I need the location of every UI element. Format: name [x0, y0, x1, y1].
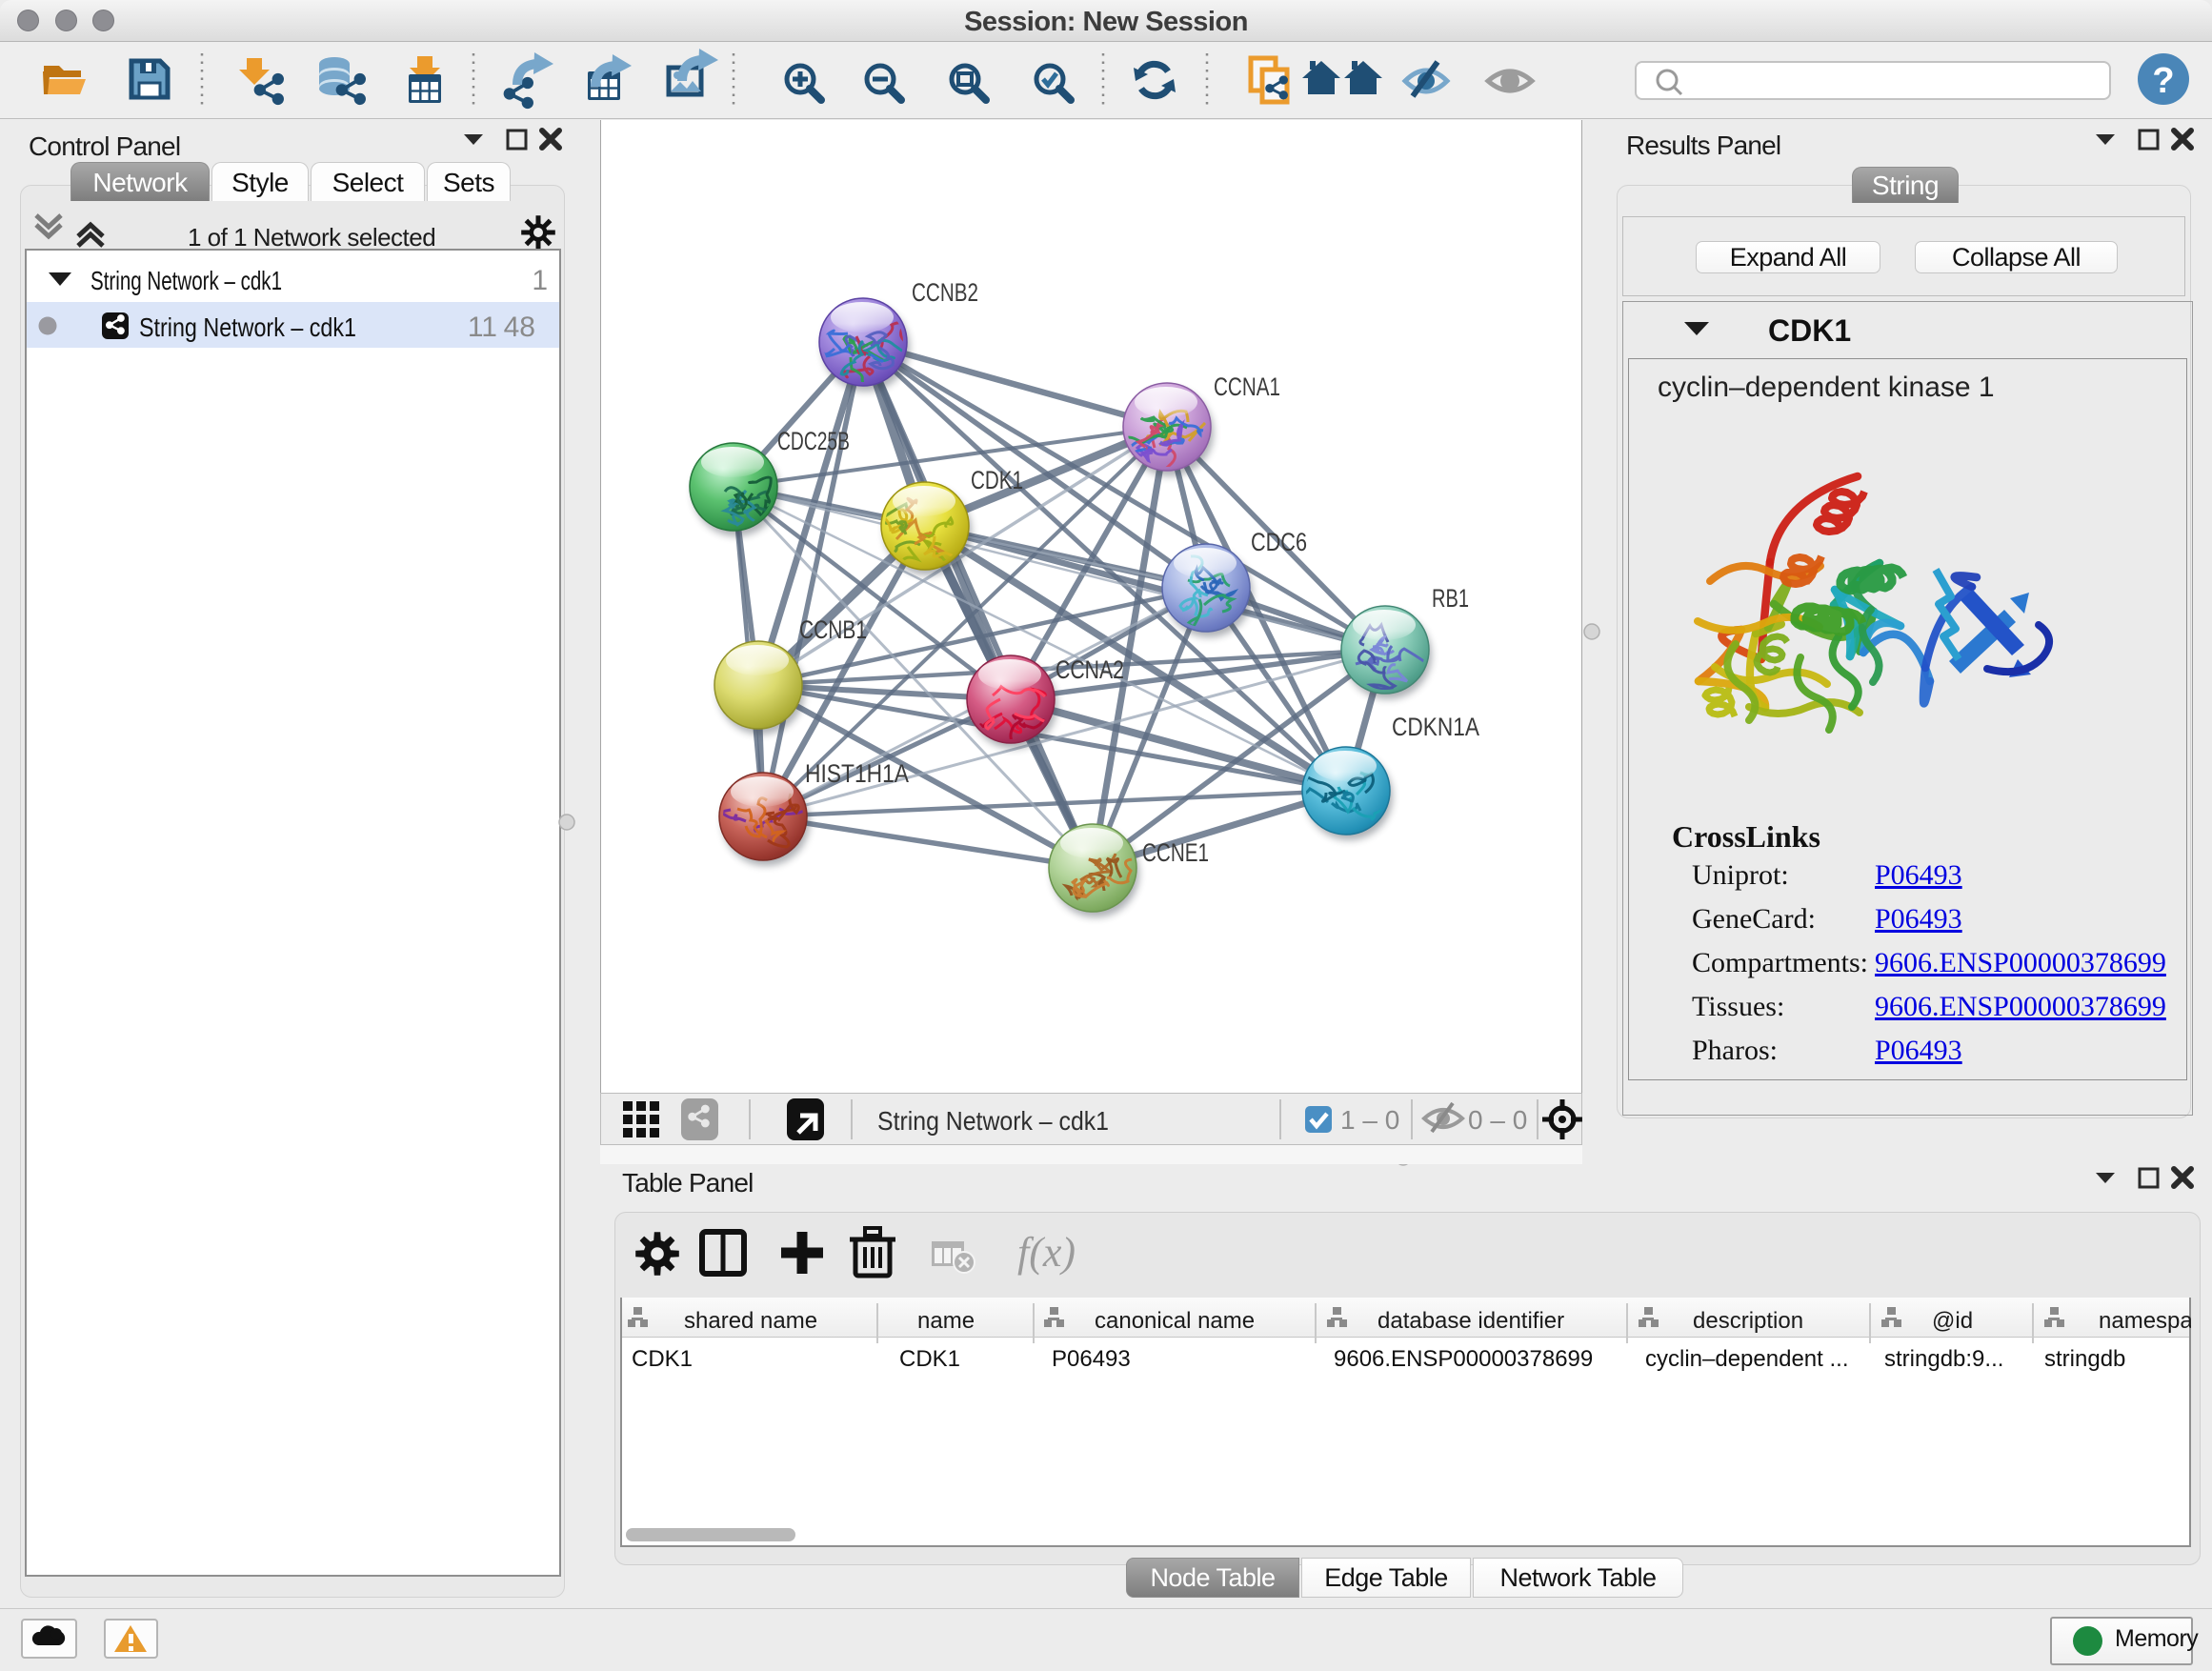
- svg-text:CCNA2: CCNA2: [1056, 655, 1124, 684]
- svg-text:CDKN1A: CDKN1A: [1392, 713, 1479, 741]
- svg-text:String Network – cdk1: String Network – cdk1: [139, 312, 356, 342]
- svg-text:HIST1H1A: HIST1H1A: [805, 759, 909, 788]
- svg-text:name: name: [917, 1308, 975, 1334]
- svg-text:48: 48: [504, 312, 535, 343]
- svg-text:database identifier: database identifier: [1377, 1308, 1564, 1334]
- svg-text:CCNB2: CCNB2: [912, 278, 978, 307]
- svg-text:String Network – cdk1: String Network – cdk1: [877, 1106, 1109, 1136]
- svg-text:?: ?: [2152, 61, 2174, 101]
- svg-text:CCNE1: CCNE1: [1142, 838, 1209, 867]
- svg-text:stringdb: stringdb: [2044, 1346, 2125, 1372]
- svg-text:11: 11: [468, 312, 497, 343]
- svg-text:CDK1: CDK1: [632, 1346, 693, 1372]
- svg-text:cyclin–dependent ...: cyclin–dependent ...: [1645, 1346, 1848, 1372]
- svg-text:namespace: namespace: [2099, 1308, 2191, 1334]
- svg-text:@id: @id: [1932, 1308, 1973, 1334]
- svg-text:1 – 0: 1 – 0: [1340, 1105, 1399, 1135]
- svg-text:CCNA1: CCNA1: [1214, 372, 1280, 401]
- svg-text:P06493: P06493: [1052, 1346, 1131, 1372]
- svg-text:CDK1: CDK1: [971, 466, 1023, 494]
- svg-text:0 – 0: 0 – 0: [1468, 1105, 1527, 1135]
- svg-text:CDK1: CDK1: [899, 1346, 960, 1372]
- svg-text:9606.ENSP00000378699: 9606.ENSP00000378699: [1334, 1346, 1593, 1372]
- svg-text:shared name: shared name: [684, 1308, 817, 1334]
- svg-text:CDC6: CDC6: [1251, 528, 1307, 556]
- svg-text:description: description: [1693, 1308, 1803, 1334]
- svg-text:stringdb:9...: stringdb:9...: [1884, 1346, 2003, 1372]
- svg-text:f(x): f(x): [1017, 1229, 1076, 1276]
- svg-text:CDK1: CDK1: [1768, 313, 1851, 348]
- svg-text:String Network – cdk1: String Network – cdk1: [90, 266, 282, 295]
- svg-text:1: 1: [532, 265, 548, 296]
- svg-text:canonical name: canonical name: [1095, 1308, 1255, 1334]
- svg-text:RB1: RB1: [1432, 584, 1469, 613]
- svg-text:CCNB1: CCNB1: [799, 615, 867, 644]
- svg-text:CDC25B: CDC25B: [777, 427, 850, 455]
